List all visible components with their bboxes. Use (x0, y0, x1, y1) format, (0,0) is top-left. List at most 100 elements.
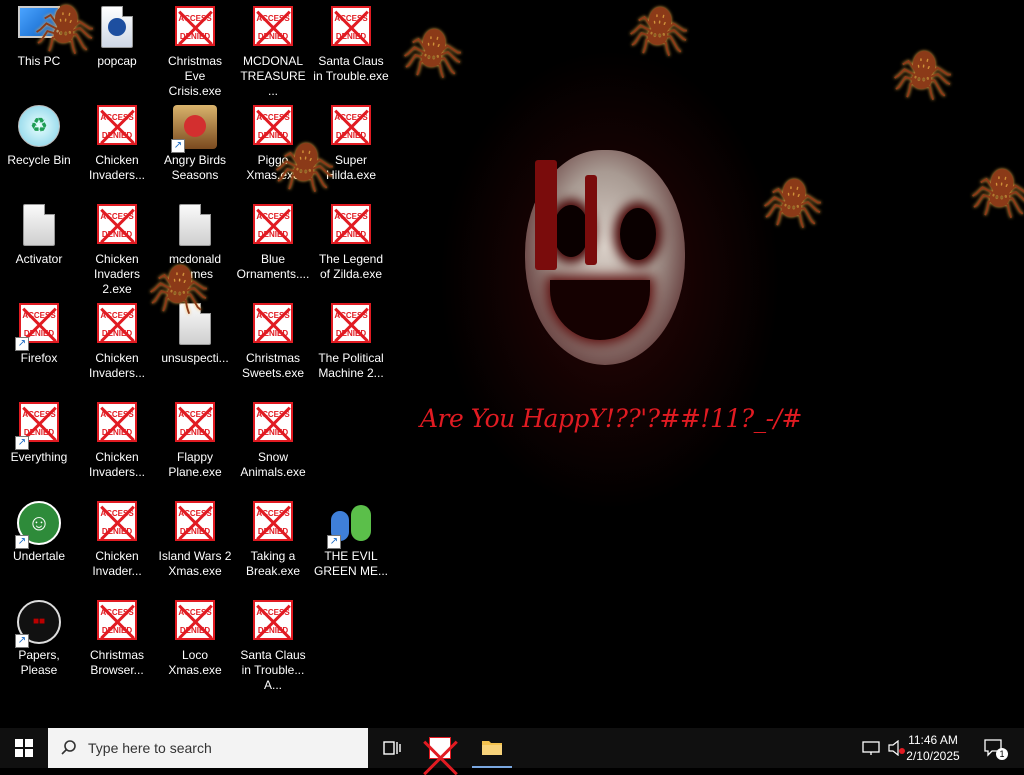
icon-label: Papers, Please (18, 648, 60, 677)
popcap-icon[interactable]: popcap (79, 0, 155, 96)
chicken-invader-5-icon[interactable]: ACCESS DENIED Chicken Invader... (79, 495, 155, 591)
legend-of-zilda-icon[interactable]: ACCESS DENIED The Legend of Zilda.exe (313, 198, 389, 294)
access-denied-icon: ACCESS DENIED (331, 6, 371, 46)
icon-label: Piggo Xmas.exe (246, 153, 300, 182)
firefox-icon[interactable]: ACCESS DENIED ↗ Firefox (1, 297, 77, 393)
icon-label: Chicken Invaders... (88, 153, 146, 182)
shortcut-arrow-icon: ↗ (171, 139, 185, 153)
icon-label: The Political Machine 2... (318, 351, 384, 380)
chicken-invaders-3-icon[interactable]: ACCESS DENIED Chicken Invaders... (79, 297, 155, 393)
icon-label: Recycle Bin (7, 153, 71, 167)
icon-label: Blue Ornaments.... (236, 252, 310, 281)
face-right-eye (620, 208, 656, 260)
spider-icon: 🕷 (628, 6, 689, 59)
mcdonald-games-icon[interactable]: mcdonald games (157, 198, 233, 294)
icon-label: mcdonald games (168, 252, 222, 281)
windows-logo-icon (15, 739, 33, 757)
recycle-bin-image: ♻ (18, 105, 60, 147)
folder-icon (101, 6, 133, 48)
clock-date: 2/10/2025 (906, 749, 960, 763)
angry-birds-seasons-icon[interactable]: ↗ Angry Birds Seasons (157, 99, 233, 195)
start-button[interactable] (0, 728, 48, 768)
snow-animals-icon[interactable]: ACCESS DENIED Snow Animals.exe (235, 396, 311, 492)
wallpaper-slogan: Are You HappY!??'?##!11?_-/# (420, 404, 803, 433)
icon-label: Everything (10, 450, 68, 464)
unsuspecting-icon[interactable]: unsuspecti... (157, 297, 233, 393)
search-box[interactable]: Type here to search (48, 728, 368, 768)
chicken-invaders-4-icon[interactable]: ACCESS DENIED Chicken Invaders... (79, 396, 155, 492)
notification-count: 1 (996, 748, 1008, 760)
blue-ornaments-icon[interactable]: ACCESS DENIED Blue Ornaments.... (235, 198, 311, 294)
taking-a-break-icon[interactable]: ACCESS DENIED Taking a Break.exe (235, 495, 311, 591)
wallpaper-face (525, 150, 685, 365)
icon-label: MCDONAL TREASURE ... (240, 54, 306, 98)
network-button[interactable] (858, 728, 884, 768)
christmas-sweets-icon[interactable]: ACCESS DENIED Christmas Sweets.exe (235, 297, 311, 393)
political-machine-icon[interactable]: ACCESS DENIED The Political Machine 2... (313, 297, 389, 393)
icon-label: Snow Animals.exe (240, 450, 306, 479)
christmas-eve-crisis-icon[interactable]: ACCESS DENIED Christmas Eve Crisis.exe (157, 0, 233, 98)
access-denied-icon: ACCESS DENIED (175, 402, 215, 442)
taskbar-app-denied[interactable] (420, 728, 460, 768)
icon-label: Taking a Break.exe (245, 549, 301, 578)
clock-time: 11:46 AM (908, 733, 958, 747)
icon-label: Santa Claus in Trouble.exe (313, 54, 389, 83)
access-denied-icon: ACCESS DENIED (253, 303, 293, 343)
access-denied-icon: ACCESS DENIED (253, 6, 293, 46)
icon-label: Loco Xmas.exe (168, 648, 222, 677)
icon-label: popcap (97, 54, 137, 68)
icon-label: Activator (15, 252, 63, 266)
christmas-browser-icon[interactable]: ACCESS DENIED Christmas Browser... (79, 594, 155, 690)
mcdonald-treasure-icon[interactable]: ACCESS DENIED MCDONAL TREASURE ... (235, 0, 311, 98)
loco-xmas-icon[interactable]: ACCESS DENIED Loco Xmas.exe (157, 594, 233, 690)
search-placeholder: Type here to search (88, 740, 212, 756)
icon-label: Island Wars 2 Xmas.exe (158, 549, 232, 578)
icon-label: Chicken Invaders... (88, 450, 146, 479)
activator-icon[interactable]: Activator (1, 198, 77, 294)
piggo-xmas-icon[interactable]: ACCESS DENIED Piggo Xmas.exe (235, 99, 311, 195)
task-view-button[interactable] (372, 728, 412, 768)
access-denied-icon: ACCESS DENIED (97, 402, 137, 442)
icon-label: Super Hilda.exe (325, 153, 377, 182)
icon-label: Christmas Browser... (89, 648, 144, 677)
icon-label: Flappy Plane.exe (168, 450, 222, 479)
papers-please-icon[interactable]: ■■ ↗ Papers, Please (1, 594, 77, 690)
access-denied-icon: ACCESS DENIED (175, 600, 215, 640)
super-hilda-icon[interactable]: ACCESS DENIED Super Hilda.exe (313, 99, 389, 195)
access-denied-icon: ACCESS DENIED (253, 501, 293, 541)
icon-label: Chicken Invaders 2.exe (93, 252, 141, 296)
shortcut-arrow-icon: ↗ (327, 535, 341, 549)
this-pc-icon[interactable]: This PC (1, 0, 77, 96)
access-denied-icon: ACCESS DENIED (97, 204, 137, 244)
network-icon (862, 741, 880, 755)
file-icon (23, 204, 55, 246)
file-explorer-button[interactable] (472, 728, 512, 768)
spider-icon: 🕷 (892, 50, 953, 103)
shortcut-arrow-icon: ↗ (15, 634, 29, 648)
icon-label: Firefox (20, 351, 58, 365)
access-denied-icon: ACCESS DENIED (97, 105, 137, 145)
clock[interactable]: 11:46 AM 2/10/2025 (898, 732, 968, 764)
santa-claus-trouble-icon[interactable]: ACCESS DENIED Santa Claus in Trouble.exe (313, 0, 389, 96)
action-center-button[interactable]: 1 (976, 728, 1012, 768)
access-denied-icon: ACCESS DENIED (97, 600, 137, 640)
spider-icon: 🕷 (970, 168, 1024, 221)
spider-icon: 🕷 (402, 28, 463, 81)
icon-label: unsuspecti... (161, 351, 229, 365)
flappy-plane-icon[interactable]: ACCESS DENIED Flappy Plane.exe (157, 396, 233, 492)
access-denied-icon: ACCESS DENIED (331, 105, 371, 145)
everything-icon[interactable]: ACCESS DENIED ↗ Everything (1, 396, 77, 492)
access-denied-icon: ACCESS DENIED (175, 6, 215, 46)
shortcut-arrow-icon: ↗ (15, 535, 29, 549)
icon-label: Christmas Eve Crisis.exe (167, 54, 222, 98)
santa-claus-trouble-a-icon[interactable]: ACCESS DENIED Santa Claus in Trouble... A… (235, 594, 311, 692)
undertale-icon[interactable]: ☺ ↗ Undertale (1, 495, 77, 591)
task-view-icon (383, 741, 401, 755)
evil-green-me-icon[interactable]: ↗ THE EVIL GREEN ME... (313, 495, 389, 591)
face-left-eye (553, 205, 589, 257)
icon-label: Chicken Invader... (92, 549, 142, 578)
chicken-invaders-2-icon[interactable]: ACCESS DENIED Chicken Invaders 2.exe (79, 198, 155, 296)
chicken-invaders-1-icon[interactable]: ACCESS DENIED Chicken Invaders... (79, 99, 155, 195)
island-wars-icon[interactable]: ACCESS DENIED Island Wars 2 Xmas.exe (157, 495, 233, 591)
recycle-bin-icon[interactable]: ♻ Recycle Bin (1, 99, 77, 195)
